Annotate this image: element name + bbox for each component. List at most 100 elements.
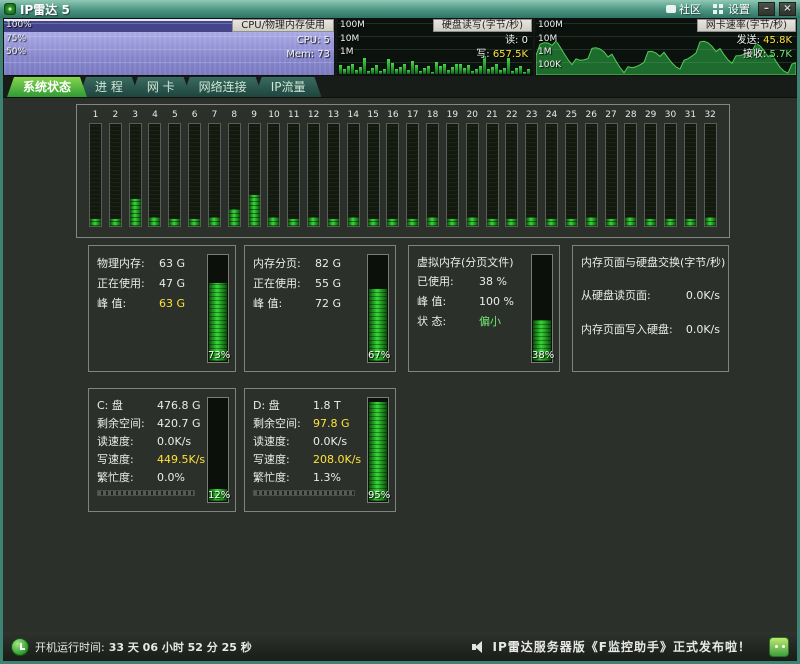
cpu-core-number: 5 xyxy=(166,109,183,121)
disk-graph-title: 硬盘读写(字节/秒) xyxy=(433,19,532,32)
cpu-graph-title: CPU/物理内存使用 xyxy=(232,19,334,32)
cpu-core-number: 31 xyxy=(682,109,699,121)
cpu-core: 11 xyxy=(285,109,302,229)
cpu-core-number: 15 xyxy=(365,109,382,121)
cpu-core-bar xyxy=(644,123,657,227)
row-value: 208.0K/s xyxy=(313,453,361,466)
settings-button[interactable]: 设置 xyxy=(709,1,754,17)
announcement-text[interactable]: IP雷达服务器版《F监控助手》正式发布啦！ xyxy=(493,638,751,655)
cpu-core: 30 xyxy=(662,109,679,229)
tab-ip-traffic[interactable]: IP流量 xyxy=(255,77,322,97)
cpu-core-bar xyxy=(446,123,459,227)
tab-network-card[interactable]: 网 卡 xyxy=(131,77,191,97)
cpu-core-number: 21 xyxy=(484,109,501,121)
cpu-core-bar xyxy=(545,123,558,227)
tab-processes[interactable]: 进 程 xyxy=(79,77,139,97)
cpu-core-bar xyxy=(406,123,419,227)
virtual-memory-gauge: 38% xyxy=(531,254,553,363)
gauge-percent: 73% xyxy=(208,350,228,361)
cpu-core-bar xyxy=(486,123,499,227)
row-value: 100 % xyxy=(479,295,514,308)
drive-d-gauge: 95% xyxy=(367,397,389,503)
row-label: 内存页面写入硬盘: xyxy=(581,320,673,340)
cpu-core: 24 xyxy=(543,109,560,229)
memory-paging-panel: 内存分页:82 G 正在使用:55 G 峰 值:72 G 67% xyxy=(244,245,396,372)
busy-meter xyxy=(97,490,195,496)
row-label: 写速度: xyxy=(253,451,313,469)
row-value: 55 G xyxy=(315,277,341,290)
drive-c-panel: C: 盘476.8 G 剩余空间:420.7 G 读速度:0.0K/s 写速度:… xyxy=(88,388,236,512)
row-label: 写速度: xyxy=(97,451,157,469)
close-button[interactable]: × xyxy=(779,2,796,16)
cpu-core: 7 xyxy=(206,109,223,229)
row-value: 1.3% xyxy=(313,471,341,484)
row-value: 0.0K/s xyxy=(157,435,191,448)
cpu-core: 5 xyxy=(166,109,183,229)
minimize-button[interactable]: – xyxy=(758,2,775,16)
community-button[interactable]: 社区 xyxy=(662,1,705,17)
cpu-scale-ticks: 75% 50% xyxy=(6,33,26,59)
drive-size: 1.8 T xyxy=(313,399,341,412)
cpu-core: 31 xyxy=(682,109,699,229)
cpu-core: 3 xyxy=(127,109,144,229)
cpu-core-number: 2 xyxy=(107,109,124,121)
window-title: IP雷达 5 xyxy=(20,1,70,18)
cpu-core-number: 17 xyxy=(404,109,421,121)
cpu-core-bar xyxy=(605,123,618,227)
row-label: 正在使用: xyxy=(253,274,315,294)
promo-app-icon[interactable] xyxy=(769,637,789,657)
cpu-memory-graph: 100% CPU/物理内存使用 75% 50% CPU: 5 Mem: 73 xyxy=(3,18,335,76)
cpu-core-number: 25 xyxy=(563,109,580,121)
row-label: 内存分页: xyxy=(253,254,315,274)
tab-system-status[interactable]: 系统状态 xyxy=(7,77,87,97)
cpu-core: 1 xyxy=(87,109,104,229)
nic-scale-ticks: 10M 1M 100K xyxy=(538,33,561,72)
cpu-core-number: 27 xyxy=(603,109,620,121)
cpu-core-bar xyxy=(704,123,717,227)
cpu-core-number: 7 xyxy=(206,109,223,121)
cpu-core-bar xyxy=(525,123,538,227)
nic-graph-title: 网卡速率(字节/秒) xyxy=(697,19,796,32)
cpu-core-bar xyxy=(148,123,161,227)
gauge-percent: 95% xyxy=(368,490,388,501)
cpu-core: 16 xyxy=(384,109,401,229)
row-label: 从硬盘读页面: xyxy=(581,286,651,306)
cpu-core-number: 12 xyxy=(305,109,322,121)
virtual-memory-panel: 虚拟内存(分页文件) 已使用:38 % 峰 值:100 % 状 态:偏小 38% xyxy=(408,245,560,372)
physical-memory-gauge: 73% xyxy=(207,254,229,363)
row-value: 449.5K/s xyxy=(157,453,205,466)
drive-size: 476.8 G xyxy=(157,399,201,412)
swap-panel-title: 内存页面与硬盘交换(字节/秒) xyxy=(573,254,728,272)
settings-label: 设置 xyxy=(728,1,750,17)
cpu-core-number: 13 xyxy=(325,109,342,121)
tab-network-connections[interactable]: 网络连接 xyxy=(183,77,263,97)
uptime-label: 开机运行时间: xyxy=(35,639,105,655)
physical-memory-panel: 物理内存:63 G 正在使用:47 G 峰 值:63 G 73% xyxy=(88,245,236,372)
tab-bar: 系统状态 进 程 网 卡 网络连接 IP流量 xyxy=(3,76,797,98)
row-label: 物理内存: xyxy=(97,254,159,274)
cpu-core-gauges: 1234567891011121314151617181920212223242… xyxy=(76,104,730,238)
cpu-core-number: 30 xyxy=(662,109,679,121)
community-icon xyxy=(666,5,676,13)
cpu-core-bar xyxy=(168,123,181,227)
cpu-core: 19 xyxy=(444,109,461,229)
cpu-core-bar xyxy=(327,123,340,227)
title-bar[interactable]: IP雷达 5 社区 设置 – × xyxy=(0,0,800,18)
row-value: 47 G xyxy=(159,277,185,290)
cpu-core: 8 xyxy=(226,109,243,229)
cpu-core-number: 24 xyxy=(543,109,560,121)
cpu-core-number: 11 xyxy=(285,109,302,121)
system-status-page: 1234567891011121314151617181920212223242… xyxy=(3,98,797,635)
cpu-core-number: 22 xyxy=(503,109,520,121)
cpu-core: 28 xyxy=(622,109,639,229)
cpu-core-bar xyxy=(287,123,300,227)
row-value: 63 G xyxy=(159,297,185,310)
cpu-readouts: CPU: 5 Mem: 73 xyxy=(286,34,330,62)
cpu-core: 13 xyxy=(325,109,342,229)
network-rate-graph: 100M 网卡速率(字节/秒) 10M 1M 100K 发送: 45.8K 接收… xyxy=(535,18,797,76)
cpu-core-number: 9 xyxy=(246,109,263,121)
cpu-core-bar xyxy=(664,123,677,227)
cpu-core: 20 xyxy=(464,109,481,229)
cpu-core: 29 xyxy=(642,109,659,229)
cpu-core: 23 xyxy=(523,109,540,229)
